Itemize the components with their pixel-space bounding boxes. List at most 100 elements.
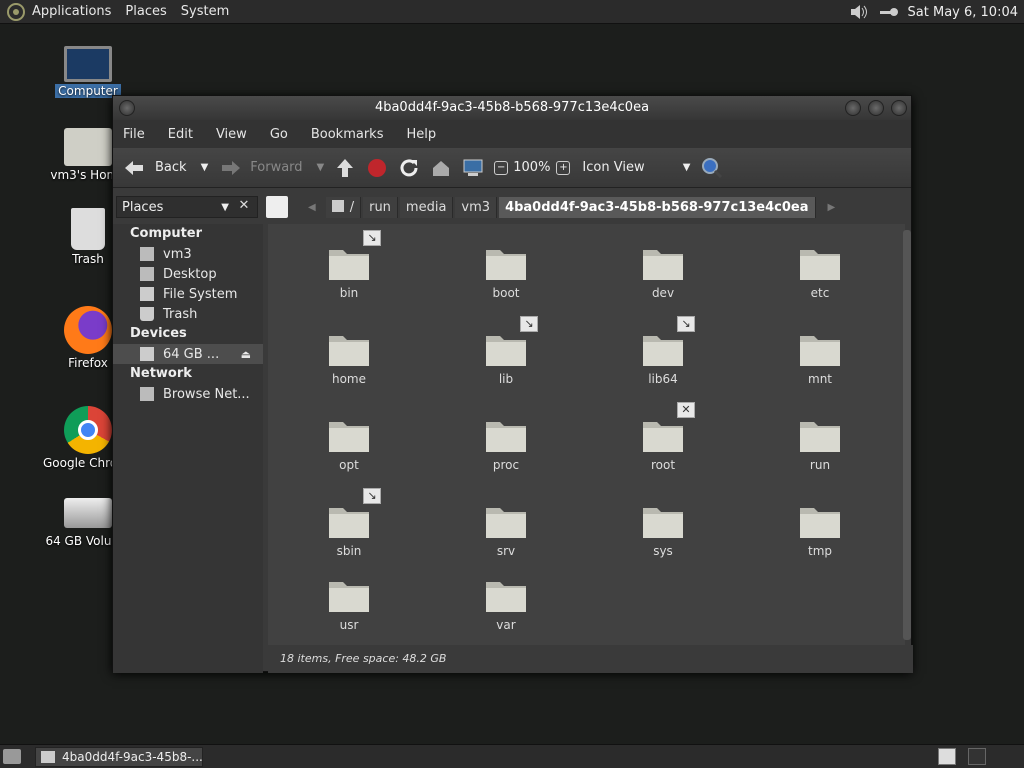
folder-item[interactable]: home bbox=[299, 330, 399, 386]
folder-label: boot bbox=[492, 286, 520, 300]
breadcrumb: ◀ / run media vm3 4ba0dd4f-9ac3-45b8-b56… bbox=[266, 194, 835, 220]
vertical-scrollbar[interactable] bbox=[903, 230, 911, 640]
folder-item[interactable]: boot bbox=[456, 244, 556, 300]
home-icon[interactable] bbox=[430, 157, 452, 179]
folder-label: dev bbox=[651, 286, 675, 300]
folder-item[interactable]: ✕ root bbox=[613, 402, 713, 472]
workspace-switcher[interactable] bbox=[968, 748, 986, 765]
folder-icon: ↘ bbox=[484, 316, 538, 370]
folder-item[interactable]: ↘ sbin bbox=[299, 488, 399, 558]
toolbar: Back ▼ Forward ▼ − 100% + Icon View ▼ bbox=[113, 148, 911, 188]
zoom-out-icon[interactable]: − bbox=[494, 160, 509, 175]
system-menu[interactable]: System bbox=[181, 4, 229, 19]
minimize-button[interactable] bbox=[845, 100, 861, 116]
view-mode-select[interactable]: Icon View ▼ bbox=[582, 160, 690, 175]
folder-item[interactable]: opt bbox=[299, 416, 399, 472]
eject-icon[interactable]: ⏏ bbox=[241, 348, 251, 361]
file-view: ↘ bin boot dev etc home ↘ lib ↘ lib64 mnt opt proc ✕ r… bbox=[268, 224, 905, 645]
crumb-media[interactable]: media bbox=[399, 196, 454, 218]
folder-item[interactable]: tmp bbox=[770, 502, 870, 558]
gnome-foot-icon[interactable] bbox=[6, 2, 26, 22]
folder-item[interactable]: run bbox=[770, 416, 870, 472]
folder-item[interactable]: ↘ lib bbox=[456, 316, 556, 386]
up-arrow-icon[interactable] bbox=[334, 157, 356, 179]
file-manager-window: 4ba0dd4f-9ac3-45b8-b568-977c13e4c0ea Fil… bbox=[112, 95, 913, 673]
folder-item[interactable]: usr bbox=[299, 576, 399, 632]
volume-icon[interactable] bbox=[848, 2, 870, 22]
forward-button[interactable]: Forward ▼ bbox=[218, 158, 324, 178]
trash-icon bbox=[140, 307, 154, 321]
folder-label: run bbox=[809, 458, 831, 472]
window-menu-button[interactable] bbox=[119, 100, 135, 116]
folder-icon bbox=[798, 244, 842, 284]
sidebar-item-trash[interactable]: Trash bbox=[113, 304, 263, 324]
clock[interactable]: Sat May 6, 10:04 bbox=[908, 5, 1018, 20]
menu-bookmarks[interactable]: Bookmarks bbox=[311, 127, 384, 142]
sidebar-item-filesystem[interactable]: File System bbox=[113, 284, 263, 304]
folder-label: mnt bbox=[808, 372, 832, 386]
computer-icon[interactable] bbox=[462, 157, 484, 179]
window-titlebar[interactable]: 4ba0dd4f-9ac3-45b8-b568-977c13e4c0ea bbox=[113, 96, 911, 120]
drive-icon bbox=[64, 498, 112, 528]
folder-item[interactable]: ↘ lib64 bbox=[613, 316, 713, 386]
desktop-icon-label: Computer bbox=[55, 84, 121, 98]
crumb-run[interactable]: run bbox=[363, 196, 398, 218]
crumb-right-arrow-icon[interactable]: ▶ bbox=[828, 202, 836, 213]
folder-icon bbox=[327, 576, 371, 616]
network-icon bbox=[140, 387, 154, 401]
show-desktop-icon[interactable] bbox=[3, 749, 21, 764]
folder-item[interactable]: sys bbox=[613, 502, 713, 558]
folder-item[interactable]: etc bbox=[770, 244, 870, 300]
menu-edit[interactable]: Edit bbox=[168, 127, 193, 142]
sidebar-item-label: Trash bbox=[163, 306, 198, 322]
folder-item[interactable]: dev bbox=[613, 244, 713, 300]
folder-icon bbox=[327, 416, 371, 456]
crumb-current[interactable]: 4ba0dd4f-9ac3-45b8-b568-977c13e4c0ea bbox=[499, 196, 816, 218]
home-folder-icon bbox=[64, 128, 112, 166]
menu-go[interactable]: Go bbox=[270, 127, 288, 142]
folder-item[interactable]: var bbox=[456, 576, 556, 632]
chevron-down-icon: ▼ bbox=[221, 201, 229, 213]
back-button[interactable]: Back ▼ bbox=[123, 158, 208, 178]
desktop-icon-computer[interactable]: Computer bbox=[43, 46, 133, 101]
edit-location-icon[interactable] bbox=[266, 196, 288, 218]
sidebar-item-desktop[interactable]: Desktop bbox=[113, 264, 263, 284]
close-sidebar-icon[interactable]: ✕ bbox=[233, 196, 255, 218]
maximize-button[interactable] bbox=[868, 100, 884, 116]
folder-label: srv bbox=[496, 544, 516, 558]
folder-item[interactable]: proc bbox=[456, 416, 556, 472]
folder-item[interactable]: ↘ bin bbox=[299, 230, 399, 300]
zoom-level[interactable]: 100% bbox=[513, 160, 550, 175]
crumb-root[interactable]: / bbox=[325, 196, 362, 218]
sidebar-item-vm3[interactable]: vm3 bbox=[113, 244, 263, 264]
trash-icon bbox=[71, 208, 105, 250]
sidebar-header-computer: Computer bbox=[130, 226, 203, 241]
folder-icon bbox=[798, 416, 842, 456]
folder-item[interactable]: srv bbox=[456, 502, 556, 558]
zoom-in-icon[interactable]: + bbox=[556, 160, 571, 175]
view-mode-label: Icon View bbox=[582, 160, 645, 175]
workspace-switcher[interactable] bbox=[938, 748, 956, 765]
applications-menu[interactable]: Applications bbox=[32, 4, 111, 19]
search-icon[interactable] bbox=[700, 156, 724, 180]
reload-icon[interactable] bbox=[398, 157, 420, 179]
forward-dropdown-icon[interactable]: ▼ bbox=[317, 162, 325, 173]
sidebar-item-64gb[interactable]: 64 GB ... ⏏ bbox=[113, 344, 263, 364]
network-key-icon[interactable] bbox=[878, 2, 900, 22]
taskbar-window-button[interactable]: 4ba0dd4f-9ac3-45b8-... bbox=[35, 747, 203, 767]
forward-arrow-icon bbox=[222, 160, 241, 175]
crumb-vm3[interactable]: vm3 bbox=[455, 196, 498, 218]
back-dropdown-icon[interactable]: ▼ bbox=[201, 162, 209, 173]
stop-icon[interactable] bbox=[366, 157, 388, 179]
places-menu[interactable]: Places bbox=[125, 4, 166, 19]
crumb-left-arrow-icon[interactable]: ◀ bbox=[308, 202, 316, 213]
sidebar-item-browse-network[interactable]: Browse Net... bbox=[113, 384, 263, 404]
folder-icon: ↘ bbox=[641, 316, 695, 370]
menu-file[interactable]: File bbox=[123, 127, 145, 142]
folder-item[interactable]: mnt bbox=[770, 330, 870, 386]
menu-view[interactable]: View bbox=[216, 127, 247, 142]
close-button[interactable] bbox=[891, 100, 907, 116]
menu-help[interactable]: Help bbox=[406, 127, 436, 142]
sidebar-item-label: File System bbox=[163, 286, 238, 302]
folder-label: etc bbox=[810, 286, 830, 300]
